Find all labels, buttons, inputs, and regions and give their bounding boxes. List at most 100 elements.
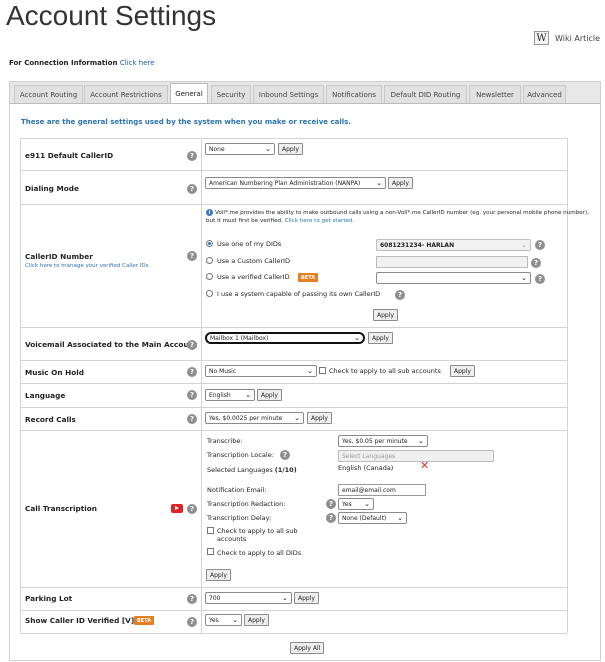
wikipedia-icon: W <box>534 31 549 45</box>
wiki-article-link[interactable]: W Wiki Article <box>534 31 600 45</box>
parking-lot-value: 700 <box>209 594 221 602</box>
help-icon[interactable]: ? <box>187 151 197 161</box>
selected-languages-text: Selected Languages <box>207 466 273 474</box>
tab-account-restrictions[interactable]: Account Restrictions <box>84 85 168 103</box>
row-divider <box>20 327 567 328</box>
chevron-down-icon: ⌄ <box>232 616 238 624</box>
help-icon[interactable]: ? <box>187 184 197 194</box>
manage-callerid-link[interactable]: Click here to manage your verified Calle… <box>25 263 149 269</box>
transcription-delay-select[interactable]: None (Default) ⌄ <box>338 512 407 524</box>
chevron-down-icon: ⌄ <box>307 367 313 375</box>
help-icon[interactable]: ? <box>187 414 197 424</box>
music-on-hold-select[interactable]: No Music ⌄ <box>205 365 317 377</box>
tab-default-did-routing[interactable]: Default DID Routing <box>384 85 467 103</box>
dialing-mode-apply-button[interactable]: Apply <box>388 177 413 189</box>
tab-security[interactable]: Security <box>211 85 251 103</box>
help-icon[interactable]: ? <box>531 258 541 268</box>
help-icon[interactable]: ? <box>187 617 197 627</box>
selected-languages-count: (1/10) <box>274 466 297 474</box>
transcribe-label: Transcribe: <box>207 437 243 445</box>
intro-text: These are the general settings used by t… <box>21 118 351 126</box>
radio-use-my-dids-label: Use one of my DIDs <box>217 240 282 248</box>
callerid-get-started-link[interactable]: Click here to get started. <box>285 218 355 224</box>
row-divider <box>20 610 567 611</box>
help-icon[interactable]: ? <box>326 513 336 523</box>
transcription-apply-button[interactable]: Apply <box>206 569 231 581</box>
notification-email-label: Notification Email: <box>207 486 267 494</box>
radio-use-verified-callerid-label: Use a verified CallerID <box>217 273 290 281</box>
help-icon[interactable]: ? <box>187 251 197 261</box>
remove-language-icon[interactable]: ✕ <box>420 459 429 472</box>
tab-newsletter[interactable]: Newsletter <box>469 85 521 103</box>
help-icon[interactable]: ? <box>535 240 545 250</box>
tab-notifications[interactable]: Notifications <box>326 85 382 103</box>
voicemail-apply-button[interactable]: Apply <box>368 332 393 344</box>
voicemail-select[interactable]: Mailbox 1 (Mailbox) ⌄ <box>205 332 365 344</box>
my-dids-select-value: 6081231234- HARLAN <box>380 241 455 249</box>
beta-badge: BETA <box>134 616 155 625</box>
show-callerid-verified-apply-button[interactable]: Apply <box>244 614 269 626</box>
connection-info-link[interactable]: Click here <box>120 59 155 67</box>
chevron-down-icon: ⌄ <box>294 414 300 422</box>
callerid-label: CallerID Number <box>25 252 93 261</box>
youtube-icon[interactable] <box>171 504 183 513</box>
radio-use-custom-callerid[interactable] <box>206 257 213 264</box>
custom-callerid-input[interactable] <box>376 256 528 268</box>
transcription-sub-accounts-checkbox[interactable] <box>207 527 214 534</box>
language-select[interactable]: English ⌄ <box>205 389 255 401</box>
tab-inbound-settings[interactable]: Inbound Settings <box>253 85 324 103</box>
parking-lot-apply-button[interactable]: Apply <box>294 592 319 604</box>
radio-use-my-dids[interactable] <box>206 240 213 247</box>
show-callerid-verified-select[interactable]: Yes ⌄ <box>205 614 242 626</box>
chevron-down-icon: ⌄ <box>354 334 360 342</box>
radio-use-verified-callerid[interactable] <box>206 273 213 280</box>
help-icon[interactable]: ? <box>280 450 290 460</box>
radio-system-callerid-label: I use a system capable of passing its ow… <box>217 290 381 298</box>
verified-callerid-select[interactable]: ⌄ <box>376 272 531 284</box>
transcription-redaction-select[interactable]: Yes ⌄ <box>338 498 374 510</box>
language-apply-button[interactable]: Apply <box>257 389 282 401</box>
transcribe-select[interactable]: Yes, $0.05 per minute ⌄ <box>338 435 428 447</box>
my-dids-select[interactable]: 6081231234- HARLAN ⌄ <box>376 239 531 251</box>
row-divider <box>20 360 567 361</box>
record-calls-select[interactable]: Yes, $0.0025 per minute ⌄ <box>205 412 304 424</box>
dialing-mode-value: American Numbering Plan Administration (… <box>209 179 361 187</box>
record-calls-apply-button[interactable]: Apply <box>307 412 332 424</box>
tab-general[interactable]: General <box>170 83 208 104</box>
help-icon[interactable]: ? <box>187 390 197 400</box>
music-on-hold-label: Music On Hold <box>25 368 84 377</box>
tab-account-routing[interactable]: Account Routing <box>14 85 83 103</box>
help-icon[interactable]: ? <box>187 594 197 604</box>
help-icon[interactable]: ? <box>326 499 336 509</box>
e911-apply-button[interactable]: Apply <box>278 143 303 155</box>
record-calls-value: Yes, $0.0025 per minute <box>209 414 283 422</box>
e911-select[interactable]: None ⌄ <box>205 143 275 155</box>
transcription-locale-input[interactable]: Select Languages <box>338 450 494 462</box>
notification-email-input[interactable]: email@email.com <box>338 484 426 496</box>
transcription-all-dids-checkbox[interactable] <box>207 548 214 555</box>
tab-bar: Account Routing Account Restrictions Gen… <box>9 81 601 104</box>
transcription-sub-accounts-label: Check to apply to all sub accounts <box>217 527 298 543</box>
tab-advanced[interactable]: Advanced <box>523 85 566 103</box>
apply-all-button[interactable]: Apply All <box>290 642 325 654</box>
transcription-locale-label: Transcription Locale: <box>207 451 274 459</box>
chevron-down-icon: ⌄ <box>245 391 251 399</box>
help-icon[interactable]: ? <box>187 367 197 377</box>
moh-apply-sub-accounts-checkbox[interactable] <box>319 367 326 374</box>
callerid-note: Voll*.me provides the ability to make ou… <box>206 209 591 225</box>
callerid-note-text: Voll*.me provides the ability to make ou… <box>206 210 589 224</box>
callerid-apply-button[interactable]: Apply <box>373 309 398 321</box>
help-icon[interactable]: ? <box>395 290 405 300</box>
help-icon[interactable]: ? <box>535 274 545 284</box>
music-on-hold-apply-button[interactable]: Apply <box>450 365 475 377</box>
connection-info-label: For Connection Information <box>9 59 118 67</box>
radio-system-callerid[interactable] <box>206 290 213 297</box>
help-icon[interactable]: ? <box>187 340 197 350</box>
row-divider <box>20 633 567 634</box>
parking-lot-select[interactable]: 700 ⌄ <box>205 592 292 604</box>
row-divider <box>20 138 567 139</box>
help-icon[interactable]: ? <box>187 504 197 514</box>
chevron-down-icon: ⌄ <box>376 179 382 187</box>
chevron-down-icon: ⌄ <box>364 500 370 508</box>
dialing-mode-select[interactable]: American Numbering Plan Administration (… <box>205 177 386 189</box>
